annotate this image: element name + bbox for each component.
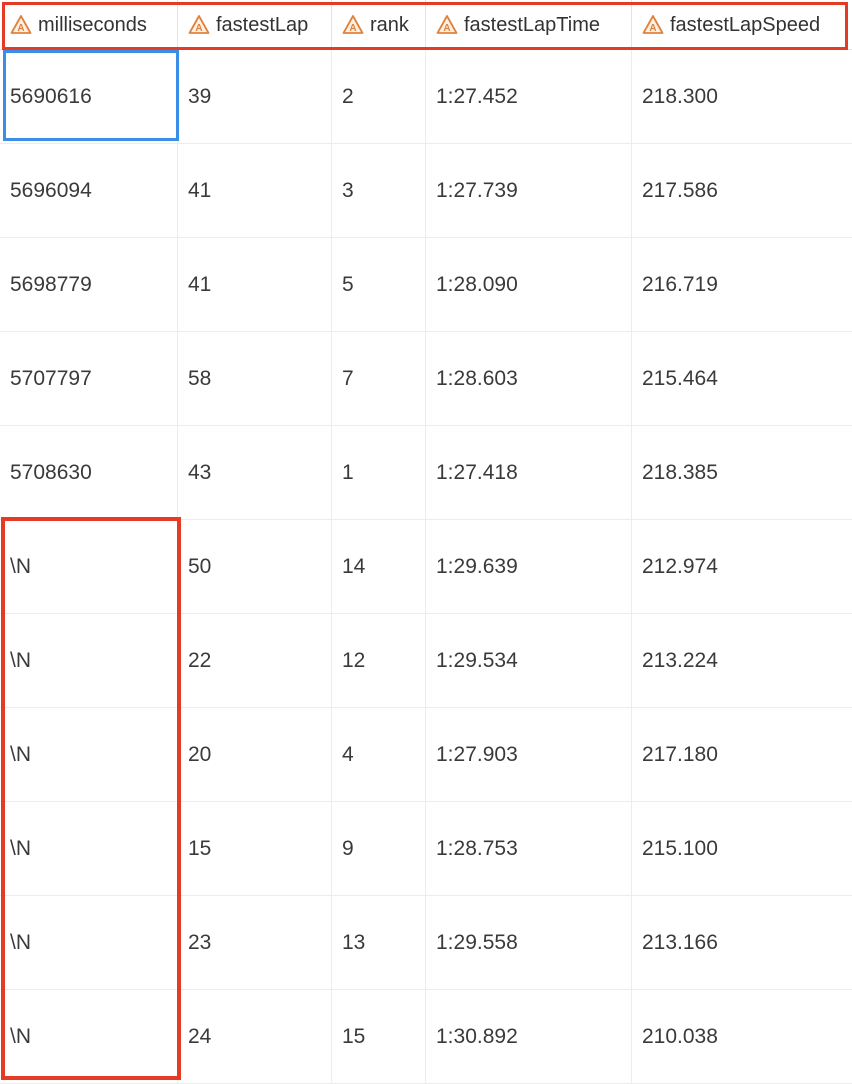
column-header-label: fastestLap [216,13,309,36]
cell-fastestlaptime[interactable]: 1:30.892 [426,990,632,1084]
cell-milliseconds[interactable]: \N [0,802,178,896]
cell-fastestlap[interactable]: 23 [178,896,332,990]
cell-fastestlapspeed[interactable]: 216.719 [632,238,852,332]
cell-fastestlap[interactable]: 39 [178,50,332,144]
table-row: 5707797 58 7 1:28.603 215.464 [0,332,852,426]
cell-milliseconds[interactable]: \N [0,896,178,990]
string-type-icon: A [642,14,664,36]
svg-text:A: A [649,23,656,34]
cell-fastestlap[interactable]: 20 [178,708,332,802]
cell-rank[interactable]: 3 [332,144,426,238]
string-type-icon: A [342,14,364,36]
cell-fastestlaptime[interactable]: 1:28.753 [426,802,632,896]
cell-fastestlapspeed[interactable]: 218.300 [632,50,852,144]
cell-fastestlap[interactable]: 22 [178,614,332,708]
cell-fastestlap[interactable]: 15 [178,802,332,896]
cell-rank[interactable]: 5 [332,238,426,332]
cell-milliseconds[interactable]: 5696094 [0,144,178,238]
cell-fastestlap[interactable]: 24 [178,990,332,1084]
cell-rank[interactable]: 9 [332,802,426,896]
cell-fastestlaptime[interactable]: 1:28.603 [426,332,632,426]
cell-rank[interactable]: 1 [332,426,426,520]
svg-text:A: A [195,23,202,34]
table-row: \N 22 12 1:29.534 213.224 [0,614,852,708]
data-grid: A milliseconds A fastestLap A rank A fas… [0,0,852,1084]
cell-rank[interactable]: 14 [332,520,426,614]
cell-rank[interactable]: 12 [332,614,426,708]
table-row: 5698779 41 5 1:28.090 216.719 [0,238,852,332]
table-row: \N 23 13 1:29.558 213.166 [0,896,852,990]
string-type-icon: A [10,14,32,36]
table-body: 5690616 39 2 1:27.452 218.300 5696094 41… [0,50,852,1084]
table-row: \N 20 4 1:27.903 217.180 [0,708,852,802]
cell-fastestlapspeed[interactable]: 218.385 [632,426,852,520]
cell-rank[interactable]: 2 [332,50,426,144]
cell-rank[interactable]: 4 [332,708,426,802]
svg-text:A: A [443,23,450,34]
column-header-label: rank [370,13,409,36]
column-header-fastestlaptime[interactable]: A fastestLapTime [426,0,632,50]
cell-fastestlapspeed[interactable]: 213.166 [632,896,852,990]
table-row: \N 50 14 1:29.639 212.974 [0,520,852,614]
column-header-fastestlapspeed[interactable]: A fastestLapSpeed [632,0,852,50]
cell-milliseconds[interactable]: 5690616 [0,50,178,144]
table-row: \N 24 15 1:30.892 210.038 [0,990,852,1084]
cell-fastestlap[interactable]: 50 [178,520,332,614]
column-header-label: milliseconds [38,13,147,36]
cell-fastestlaptime[interactable]: 1:29.558 [426,896,632,990]
cell-fastestlaptime[interactable]: 1:27.452 [426,50,632,144]
table-row: 5690616 39 2 1:27.452 218.300 [0,50,852,144]
cell-fastestlap[interactable]: 41 [178,144,332,238]
cell-fastestlapspeed[interactable]: 215.100 [632,802,852,896]
string-type-icon: A [436,14,458,36]
cell-fastestlaptime[interactable]: 1:28.090 [426,238,632,332]
cell-milliseconds[interactable]: \N [0,990,178,1084]
column-header-fastestlap[interactable]: A fastestLap [178,0,332,50]
cell-rank[interactable]: 15 [332,990,426,1084]
cell-fastestlap[interactable]: 41 [178,238,332,332]
cell-fastestlapspeed[interactable]: 213.224 [632,614,852,708]
svg-text:A: A [349,23,356,34]
cell-fastestlap[interactable]: 58 [178,332,332,426]
table-row: \N 15 9 1:28.753 215.100 [0,802,852,896]
column-header-rank[interactable]: A rank [332,0,426,50]
cell-fastestlapspeed[interactable]: 215.464 [632,332,852,426]
cell-fastestlaptime[interactable]: 1:29.639 [426,520,632,614]
cell-milliseconds[interactable]: \N [0,708,178,802]
cell-rank[interactable]: 13 [332,896,426,990]
cell-milliseconds[interactable]: \N [0,614,178,708]
column-header-label: fastestLapSpeed [670,13,821,36]
cell-fastestlapspeed[interactable]: 212.974 [632,520,852,614]
string-type-icon: A [188,14,210,36]
cell-fastestlaptime[interactable]: 1:27.418 [426,426,632,520]
cell-fastestlaptime[interactable]: 1:27.739 [426,144,632,238]
cell-milliseconds[interactable]: 5708630 [0,426,178,520]
cell-rank[interactable]: 7 [332,332,426,426]
column-header-row: A milliseconds A fastestLap A rank A fas… [0,0,852,50]
cell-fastestlapspeed[interactable]: 217.586 [632,144,852,238]
cell-fastestlapspeed[interactable]: 217.180 [632,708,852,802]
cell-fastestlaptime[interactable]: 1:29.534 [426,614,632,708]
cell-fastestlap[interactable]: 43 [178,426,332,520]
table-row: 5696094 41 3 1:27.739 217.586 [0,144,852,238]
svg-text:A: A [17,23,24,34]
column-header-label: fastestLapTime [464,13,600,36]
table-row: 5708630 43 1 1:27.418 218.385 [0,426,852,520]
cell-milliseconds[interactable]: 5698779 [0,238,178,332]
cell-milliseconds[interactable]: 5707797 [0,332,178,426]
cell-fastestlaptime[interactable]: 1:27.903 [426,708,632,802]
column-header-milliseconds[interactable]: A milliseconds [0,0,178,50]
cell-fastestlapspeed[interactable]: 210.038 [632,990,852,1084]
cell-milliseconds[interactable]: \N [0,520,178,614]
